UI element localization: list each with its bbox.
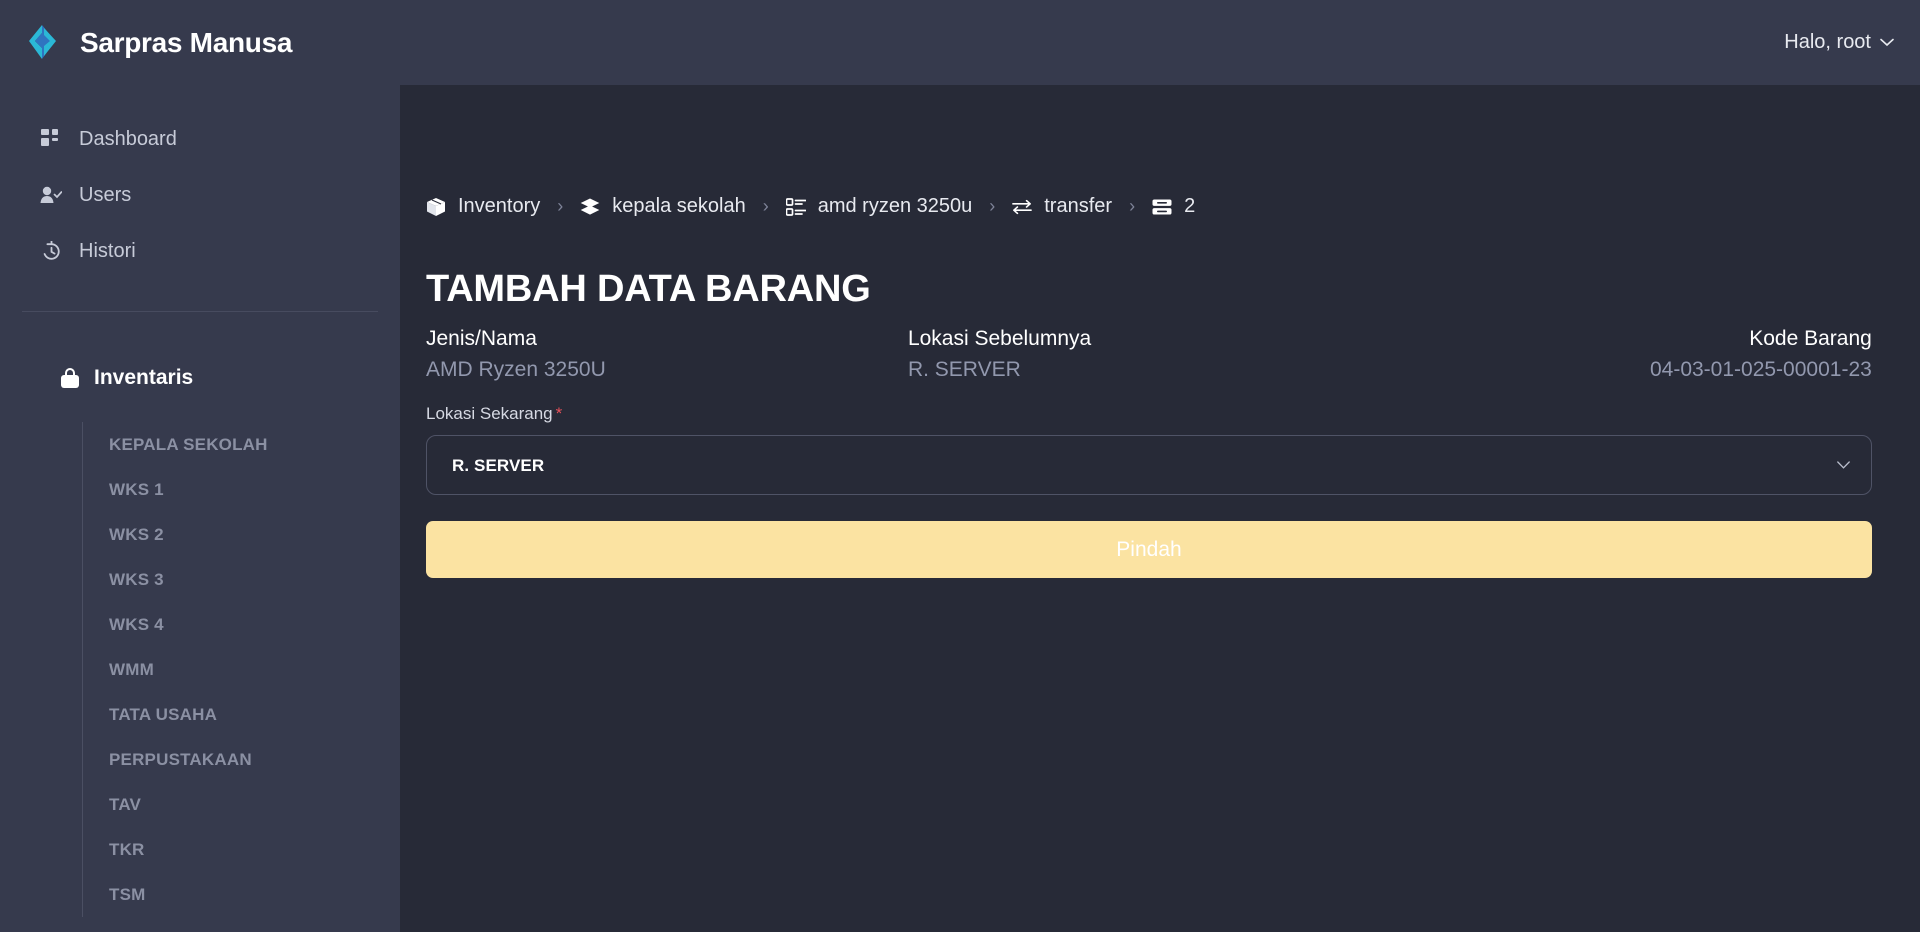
required-marker: *: [555, 404, 563, 423]
list-item[interactable]: TATA USAHA: [109, 692, 400, 737]
database-rows-icon: [1152, 197, 1172, 217]
breadcrumb-item-label: transfer: [1044, 195, 1113, 217]
sidebar: Dashboard Users Histori Inventaris KEPAL…: [0, 85, 400, 932]
list-item-label: TAV: [109, 794, 142, 814]
breadcrumb-item-transfer[interactable]: transfer: [1012, 195, 1112, 218]
code-diamond-logo-icon: [29, 24, 56, 59]
sidebar-group-inventaris[interactable]: Inventaris: [0, 350, 400, 406]
layers-stack-icon: [580, 197, 600, 217]
breadcrumb-item-amd-ryzen[interactable]: amd ryzen 3250u: [785, 195, 973, 218]
list-item-label: KEPALA SEKOLAH: [109, 434, 268, 454]
list-item[interactable]: PERPUSTAKAAN: [109, 737, 400, 782]
info-value: 04-03-01-025-00001-23: [1649, 358, 1872, 381]
breadcrumb-item-kepala-sekolah[interactable]: kepala sekolah: [580, 195, 746, 218]
sidebar-item-users[interactable]: Users: [40, 167, 400, 223]
list-item-label: WKS 3: [109, 569, 164, 589]
info-label: Jenis/Nama: [426, 327, 537, 350]
brand[interactable]: Sarpras Manusa: [22, 22, 292, 64]
breadcrumb-item-label: amd ryzen 3250u: [817, 195, 973, 217]
list-item[interactable]: TSM: [109, 872, 400, 917]
brand-name: Sarpras Manusa: [80, 26, 293, 58]
sidebar-item-dashboard[interactable]: Dashboard: [40, 111, 400, 167]
bag-icon: [61, 368, 79, 388]
list-item-label: TSM: [109, 884, 146, 904]
item-info-row: Jenis/Nama AMD Ryzen 3250U Lokasi Sebelu…: [426, 327, 1872, 382]
list-item[interactable]: KEPALA SEKOLAH: [109, 422, 400, 467]
lokasi-sekarang-label: Lokasi Sekarang *: [426, 404, 1872, 424]
pindah-submit-button[interactable]: Pindah: [426, 521, 1872, 578]
list-item[interactable]: WKS 2: [109, 512, 400, 557]
list-item[interactable]: TKR: [109, 827, 400, 872]
list-item-label: PERPUSTAKAAN: [109, 749, 252, 769]
grid-dashboard-icon: [40, 128, 62, 150]
field-label-text: Lokasi Sekarang: [426, 404, 553, 423]
user-greeting-label: Halo, root: [1784, 31, 1871, 53]
info-lokasi-sebelumnya: Lokasi Sebelumnya R. SERVER: [908, 327, 1390, 382]
breadcrumb-separator: ›: [762, 196, 769, 216]
list-item[interactable]: WKS 1: [109, 467, 400, 512]
list-item-label: WKS 2: [109, 524, 164, 544]
sidebar-group-label: Inventaris: [94, 366, 194, 389]
breadcrumb-separator: ›: [557, 196, 564, 216]
breadcrumb: Inventory › kepala sekolah › amd ryzen 3…: [426, 195, 1872, 218]
info-label: Kode Barang: [1749, 327, 1872, 350]
page-title: TAMBAH DATA BARANG: [426, 268, 871, 310]
info-value: AMD Ryzen 3250U: [426, 358, 606, 381]
info-jenis-nama: Jenis/Nama AMD Ryzen 3250U: [426, 327, 908, 382]
info-kode-barang: Kode Barang 04-03-01-025-00001-23: [1390, 327, 1872, 382]
list-detail-icon: [785, 197, 806, 217]
breadcrumb-item-record-2[interactable]: 2: [1152, 195, 1195, 218]
list-item-label: TATA USAHA: [109, 704, 218, 724]
list-item-label: TKR: [109, 839, 145, 859]
list-item[interactable]: TAV: [109, 782, 400, 827]
user-menu-button[interactable]: Halo, root: [1784, 31, 1894, 54]
lokasi-sekarang-select-wrap: R. SERVER: [426, 435, 1872, 495]
sidebar-item-label: Histori: [79, 239, 136, 262]
list-item[interactable]: WKS 4: [109, 602, 400, 647]
breadcrumb-separator: ›: [989, 196, 996, 216]
top-bar: Sarpras Manusa Halo, root: [0, 0, 1920, 85]
breadcrumb-item-label: 2: [1184, 195, 1196, 217]
list-item-label: WKS 4: [109, 614, 164, 634]
breadcrumb-separator: ›: [1129, 196, 1136, 216]
transfer-form: Lokasi Sekarang * R. SERVER Pindah: [426, 404, 1872, 578]
sidebar-inventory-list: KEPALA SEKOLAH WKS 1 WKS 2 WKS 3 WKS 4 W…: [82, 422, 400, 917]
transfer-arrows-icon: [1012, 197, 1033, 217]
list-item[interactable]: WMM: [109, 647, 400, 692]
chevron-down-icon: [1880, 38, 1894, 47]
history-clock-icon: [40, 240, 62, 262]
info-label: Lokasi Sebelumnya: [907, 327, 1092, 350]
breadcrumb-item-label: kepala sekolah: [612, 195, 746, 217]
sidebar-item-label: Dashboard: [79, 127, 177, 150]
box-package-icon: [426, 197, 446, 217]
main-inner: Inventory › kepala sekolah › amd ryzen 3…: [400, 195, 1920, 578]
breadcrumb-item-inventory[interactable]: Inventory: [426, 195, 540, 218]
user-check-icon: [40, 184, 62, 206]
lokasi-sekarang-select[interactable]: R. SERVER: [426, 435, 1872, 495]
sidebar-primary-nav: Dashboard Users Histori: [0, 111, 400, 279]
main-content: Inventory › kepala sekolah › amd ryzen 3…: [400, 85, 1920, 932]
sidebar-item-label: Users: [79, 183, 132, 206]
list-item-label: WMM: [109, 659, 154, 679]
list-item[interactable]: WKS 3: [109, 557, 400, 602]
sidebar-divider: [22, 311, 378, 312]
list-item-label: WKS 1: [109, 479, 164, 499]
app-root: Sarpras Manusa Halo, root Dashboard User…: [0, 0, 1920, 932]
info-value: R. SERVER: [907, 358, 1021, 381]
breadcrumb-item-label: Inventory: [458, 195, 541, 217]
sidebar-item-histori[interactable]: Histori: [40, 223, 400, 279]
body-area: Dashboard Users Histori Inventaris KEPAL…: [0, 85, 1920, 932]
